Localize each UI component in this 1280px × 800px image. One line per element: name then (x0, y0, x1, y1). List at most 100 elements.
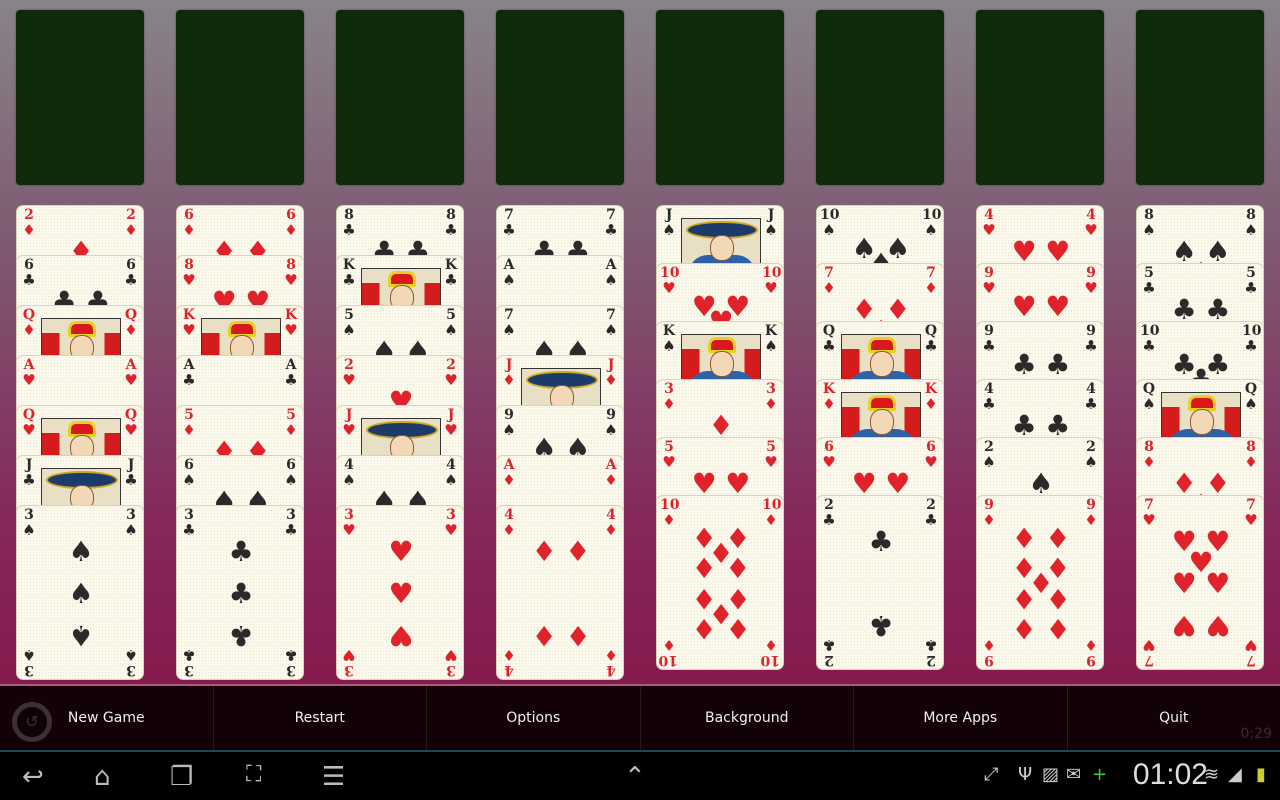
suit-icon: ♦ (502, 646, 516, 664)
suit-icon: ♣ (1142, 279, 1156, 297)
suit-icon: ♦ (764, 511, 778, 529)
suit-pip-icon: ♦ (725, 551, 751, 585)
quit-button[interactable]: Quit 0:29 (1068, 686, 1280, 750)
suit-icon: ♣ (124, 271, 138, 289)
suit-icon: ♠ (1142, 395, 1156, 413)
suit-icon: ♦ (22, 321, 36, 339)
card-rank: 9 (984, 652, 994, 668)
suit-icon: ♠ (764, 337, 778, 355)
suit-pip-icon: ♥ (1045, 290, 1071, 324)
card-corner: 6 ♥ (820, 440, 838, 470)
free-cell[interactable] (976, 10, 1104, 185)
suit-icon: ♥ (444, 646, 458, 664)
card-corner: A ♥ (122, 358, 140, 388)
suit-icon: ♥ (342, 371, 356, 389)
suit-icon: ♦ (662, 636, 676, 654)
card-corner: 4 ♦ (500, 508, 518, 538)
suit-icon: ♣ (1084, 337, 1098, 355)
suit-icon: ♠ (662, 221, 676, 239)
free-cell[interactable] (816, 10, 944, 185)
card-corner: 2 ♣ (922, 498, 940, 528)
suit-icon: ♦ (22, 221, 36, 239)
suit-icon: ♦ (1084, 511, 1098, 529)
suit-icon: ♦ (662, 395, 676, 413)
suit-pip-icon: ♦ (531, 535, 557, 569)
head (870, 409, 894, 435)
card-corner: 4 ♥ (1082, 208, 1100, 238)
playing-card[interactable]: 3 ♠ 3 ♠ 3 ♠ 3 ♠ ♠ ♠ ♠ (16, 505, 144, 680)
suit-pip-icon: ♣ (228, 535, 254, 569)
suit-pip-icon: ♣ (868, 525, 894, 559)
card-corner: J ♠ (660, 208, 678, 238)
playing-card[interactable]: 3 ♣ 3 ♣ 3 ♣ 3 ♣ ♣ ♣ ♣ (176, 505, 304, 680)
fullscreen-icon[interactable]: ⤢ (984, 764, 998, 785)
new-game-button[interactable]: ↺ New Game (0, 686, 214, 750)
card-corner: K ♣ (340, 258, 358, 288)
suit-icon: ♠ (124, 646, 138, 664)
suit-icon: ♠ (182, 471, 196, 489)
background-button[interactable]: Background (641, 686, 854, 750)
up-chevron-icon[interactable]: ⌃ (624, 762, 646, 792)
suit-icon: ♠ (502, 421, 516, 439)
card-corner: K ♥ (282, 308, 300, 338)
card-corner: 6 ♠ (180, 458, 198, 488)
playing-card[interactable]: 7 ♥ 7 ♥ 7 ♥ 7 ♥ ♥ ♥ ♥ ♥ ♥ ♥ ♥ (1136, 495, 1264, 670)
card-corner: 7 ♣ (500, 208, 518, 238)
suit-pip-icon: ♦ (1011, 611, 1037, 645)
suit-icon: ♥ (1142, 636, 1156, 654)
restart-button[interactable]: Restart (214, 686, 427, 750)
free-cell[interactable] (1136, 10, 1264, 185)
card-corner: A ♣ (180, 358, 198, 388)
card-corner: 3 ♠ (122, 646, 140, 678)
menu-icon[interactable]: ☰ (322, 762, 345, 792)
card-corner: Q ♥ (122, 408, 140, 438)
suit-icon: ♣ (444, 221, 458, 239)
card-corner: 6 ♥ (922, 440, 940, 470)
card-corner: A ♦ (602, 458, 620, 488)
playing-card[interactable]: 9 ♦ 9 ♦ 9 ♦ 9 ♦ ♦ ♦ ♦ ♦ ♦ ♦ ♦ ♦ ♦ (976, 495, 1104, 670)
suit-icon: ♠ (502, 321, 516, 339)
card-corner: 2 ♣ (922, 636, 940, 668)
options-button[interactable]: Options (427, 686, 641, 750)
card-corner: J ♣ (20, 458, 38, 488)
card-corner: 10 ♦ (762, 498, 781, 529)
card-corner: 3 ♥ (442, 508, 460, 538)
suit-icon: ♣ (1142, 337, 1156, 355)
suit-icon: ♦ (822, 279, 836, 297)
card-corner: 6 ♦ (180, 208, 198, 238)
free-cell[interactable] (656, 10, 784, 185)
card-corner: 7 ♦ (922, 266, 940, 296)
card-corner: 7 ♥ (1140, 636, 1158, 668)
suit-icon: ♥ (284, 321, 298, 339)
free-cell[interactable] (496, 10, 624, 185)
playing-card[interactable]: 10 ♦ 10 ♦ 10 ♦ 10 ♦ ♦ ♦ ♦ ♦ ♦ ♦ ♦ ♦ ♦ ♦ (656, 495, 784, 670)
suit-icon: ♠ (604, 271, 618, 289)
email-icon: ✉ (1066, 764, 1082, 785)
suit-icon: ♥ (924, 453, 938, 471)
playing-card[interactable]: 3 ♥ 3 ♥ 3 ♥ 3 ♥ ♥ ♥ ♥ (336, 505, 464, 680)
card-corner: 4 ♠ (340, 458, 358, 488)
suit-icon: ♦ (604, 471, 618, 489)
suit-pip-icon: ♥ (1171, 566, 1197, 600)
card-corner: 3 ♦ (762, 382, 780, 412)
card-corner: 10 ♦ (658, 636, 678, 668)
card-rank: 10 (658, 652, 678, 668)
card-corner: 2 ♥ (340, 358, 358, 388)
free-cell[interactable] (336, 10, 464, 185)
free-cell[interactable] (16, 10, 144, 185)
suit-icon: ♠ (604, 321, 618, 339)
playing-card[interactable]: 2 ♣ 2 ♣ 2 ♣ 2 ♣ ♣ ♣ (816, 495, 944, 670)
suit-icon: ♦ (764, 636, 778, 654)
suit-pip-icon: ♦ (531, 618, 557, 652)
free-cell[interactable] (176, 10, 304, 185)
home-icon[interactable]: ⌂ (94, 762, 111, 792)
suit-icon: ♦ (182, 221, 196, 239)
more-apps-button[interactable]: More Apps (854, 686, 1068, 750)
card-corner: 4 ♦ (602, 508, 620, 538)
recent-apps-icon[interactable]: ❐ (170, 762, 193, 792)
back-icon[interactable]: ↩ (22, 762, 44, 792)
suit-pip-icon: ♠ (68, 618, 94, 652)
screenshot-icon[interactable]: ⛶ (246, 762, 261, 787)
restart-label: Restart (294, 710, 345, 726)
playing-card[interactable]: 4 ♦ 4 ♦ 4 ♦ 4 ♦ ♦ ♦ ♦ ♦ (496, 505, 624, 680)
